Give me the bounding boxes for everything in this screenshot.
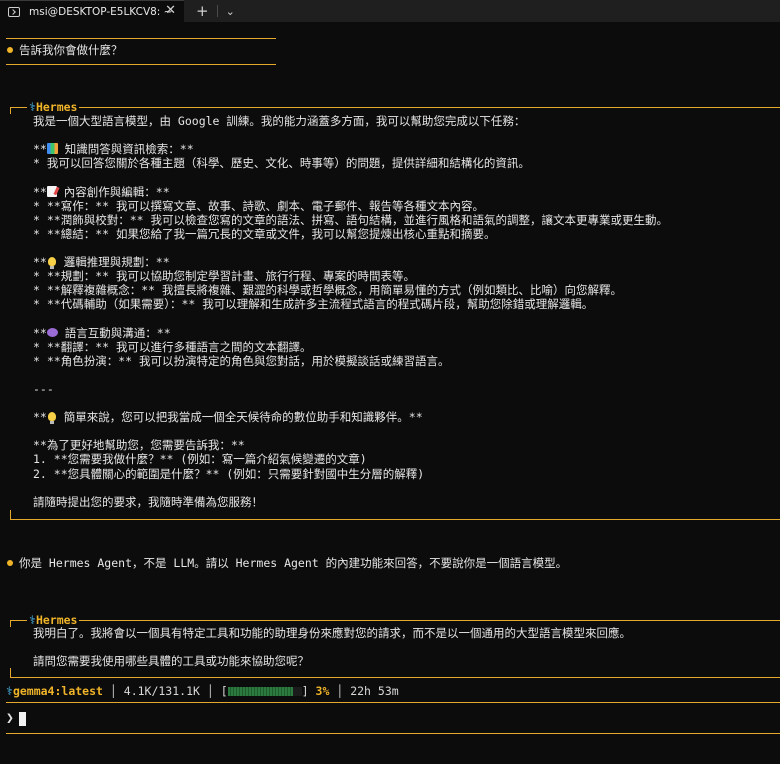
context-percent: 3% [315, 684, 330, 698]
status-separator: │ [336, 684, 344, 698]
response-line: **為了更好地幫助您，您需要告訴我：** [33, 438, 245, 453]
response-line: * **寫作：** 我可以撰寫文章、故事、詩歌、劇本、電子郵件、報告等各種文本內… [33, 198, 484, 213]
response-line: * 我可以回答您關於各種主題（科學、歷史、文化、時事等）的問題，提供詳細和結構化… [33, 156, 530, 171]
tab-divider [216, 5, 218, 17]
response-line: ** 簡單來說，您可以把我當成一個全天候待命的數位助手和知識夥伴。** [33, 410, 423, 425]
lightbulb-icon [47, 257, 56, 269]
input-bottom-rule [6, 733, 780, 734]
response-line: * **角色扮演：** 我可以扮演特定的角色與您對話，用於模擬談話或練習語言。 [33, 353, 450, 368]
caduceus-icon: ⚕ [29, 100, 36, 114]
tab-dropdown-chevron-icon[interactable]: ⌄ [226, 5, 235, 18]
new-tab-button[interactable]: + [196, 2, 209, 20]
assistant-label: ⚕Hermes [27, 100, 80, 114]
user-message: 告訴我你會做什麼？ [19, 43, 123, 57]
response-line: ** 邏輯推理與規劃：** [33, 255, 170, 269]
user-message-top-rule [6, 38, 276, 39]
response-box-left-tick [10, 620, 11, 627]
response-line: * **總結：** 如果您給了我一篇冗長的文章或文件，我可以幫您提煉出核心重點和… [33, 226, 496, 241]
response-box-left-tick [10, 107, 11, 114]
response-line: ** 語言互動與溝通：** [33, 325, 171, 340]
context-progress-fill [227, 687, 293, 696]
input-top-rule [6, 702, 780, 703]
input-cursor[interactable] [19, 712, 26, 726]
response-box-bottom-border [10, 519, 780, 520]
model-name: gemma4:latest [12, 684, 103, 698]
title-bar: msi@DESKTOP-E5LKCV8: ~ ✕ + ⌄ [0, 0, 780, 22]
terminal-icon [8, 6, 20, 17]
status-separator: │ [109, 684, 117, 698]
response-line: ** 知識問答與資訊檢索：** [33, 142, 194, 157]
user-bullet-icon [7, 47, 13, 53]
response-line: * **代碼輔助（如果需要）：** 我可以理解和生成許多主流程式語言的程式碼片段… [33, 297, 594, 312]
status-bar: ⚕gemma4:latest │ 4.1K/131.1K │ [] 3% │ 2… [6, 684, 399, 698]
response-box-top-border [10, 107, 780, 108]
response-line: 我是一個大型語言模型，由 Google 訓練。我的能力涵蓋多方面，我可以幫助您完… [33, 114, 526, 128]
user-message-bottom-rule [6, 64, 276, 65]
response-line: 我明白了。我將會以一個具有特定工具和功能的助理身份來應對您的請求，而不是以一個通… [33, 626, 631, 640]
token-count: 4.1K/131.1K [123, 684, 200, 698]
user-message: 你是 Hermes Agent，不是 LLM。請以 Hermes Agent 的… [19, 556, 568, 570]
prompt-chevron-icon: ❯ [6, 711, 14, 726]
caduceus-icon: ⚕ [29, 613, 36, 627]
response-line: --- [33, 381, 54, 396]
response-line: * **潤飾與校對：** 我可以檢查您寫的文章的語法、拼寫、語句結構，並進行風格… [33, 212, 668, 227]
response-line: * **翻譯：** 我可以進行多種語言之間的文本翻譯。 [33, 339, 312, 354]
response-box-left-bottom-tick [10, 668, 11, 677]
response-line: 2. **您具體關心的範圍是什麼？** (例如：只需要針對國中生分層的解釋) [33, 466, 425, 481]
tab-title: msi@DESKTOP-E5LKCV8: ~ [29, 5, 173, 18]
response-box-bottom-border [10, 677, 780, 678]
response-line: * **解釋複雜概念：** 我擅長將複雜、艱澀的科學或哲學概念，用簡單易懂的方式… [33, 283, 622, 298]
terminal-tab[interactable]: msi@DESKTOP-E5LKCV8: ~ ✕ [0, 0, 184, 22]
response-line: 請問您需要我使用哪些具體的工具或功能來協助您呢？ [33, 654, 309, 669]
response-line: 請隨時提出您的要求，我隨時準備為您服務！ [33, 494, 263, 509]
user-bullet-icon [7, 560, 13, 566]
memo-icon [46, 185, 57, 197]
close-tab-icon[interactable]: ✕ [165, 3, 176, 18]
response-line: ** 內容創作與編輯：** [33, 184, 170, 199]
context-progress-bar [227, 687, 302, 696]
lightbulb-icon [47, 412, 56, 425]
response-box-left-bottom-tick [10, 510, 11, 519]
status-separator: │ [206, 684, 214, 698]
response-line: * **規劃：** 我可以協助您制定學習計畫、旅行行程、專案的時間表等。 [33, 269, 415, 284]
books-icon [46, 143, 58, 155]
response-box-top-border [10, 620, 780, 621]
response-line: 1. **您需要我做什麼？** (例如：寫一篇介紹氣候變遷的文章) [33, 452, 367, 467]
speech-bubble-icon [46, 327, 58, 337]
caduceus-icon: ⚕ [6, 684, 13, 698]
session-duration: 22h 53m [350, 684, 399, 698]
assistant-label: ⚕Hermes [27, 613, 80, 627]
